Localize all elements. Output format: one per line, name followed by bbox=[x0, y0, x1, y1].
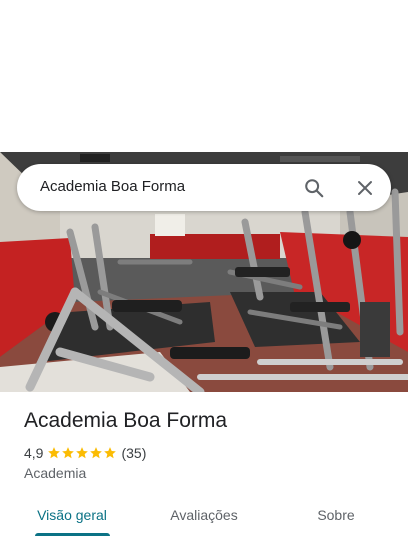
star-icon bbox=[76, 447, 89, 459]
search-input[interactable]: Academia Boa Forma bbox=[40, 178, 185, 195]
search-bar[interactable]: Academia Boa Forma bbox=[17, 164, 391, 211]
rating-stars bbox=[47, 446, 117, 460]
place-category: Academia bbox=[24, 465, 87, 481]
place-title: Academia Boa Forma bbox=[24, 409, 228, 432]
tab-overview[interactable]: Visão geral bbox=[4, 492, 140, 538]
close-icon bbox=[358, 181, 372, 195]
star-icon bbox=[48, 447, 61, 459]
search-button[interactable] bbox=[300, 174, 328, 202]
reviews-count[interactable]: (35) bbox=[121, 445, 146, 461]
tab-about[interactable]: Sobre bbox=[268, 492, 404, 538]
search-icon bbox=[305, 179, 324, 198]
star-icon bbox=[90, 447, 103, 459]
rating-row[interactable]: 4,9 (35) bbox=[24, 445, 146, 461]
tab-reviews[interactable]: Avaliações bbox=[136, 492, 272, 538]
star-icon bbox=[62, 447, 75, 459]
star-icon bbox=[104, 447, 117, 459]
rating-value: 4,9 bbox=[24, 445, 44, 461]
active-tab-indicator bbox=[35, 533, 110, 536]
clear-search-button[interactable] bbox=[351, 174, 379, 202]
tab-bar: Visão geral Avaliações Sobre bbox=[0, 492, 408, 544]
